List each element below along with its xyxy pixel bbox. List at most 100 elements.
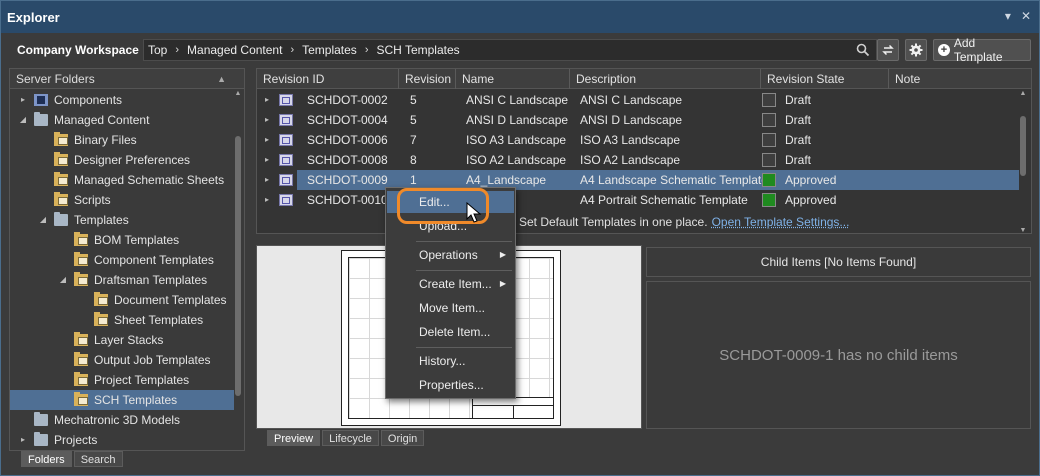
tree-item[interactable]: Layer Stacks	[10, 330, 234, 350]
expander-icon[interactable]: ▸	[265, 170, 269, 190]
tree-item[interactable]: ◢ Draftsman Templates	[10, 270, 234, 290]
tree-item[interactable]: Mechatronic 3D Models	[10, 410, 234, 430]
menu-item-properties[interactable]: Properties...	[387, 374, 514, 396]
tree-item[interactable]: ▸ Components	[10, 90, 234, 110]
folder-icon	[54, 132, 68, 146]
table-row[interactable]: ▸ SCHDOT-0006 7 ISO A3 Landscape ISO A3 Land…	[257, 130, 1019, 150]
folder-icon	[94, 312, 108, 326]
tree-item[interactable]: Sheet Templates	[10, 310, 234, 330]
table-row[interactable]: ▸ SCHDOT-0010 A4 Portrait Schematic Templa…	[257, 190, 1019, 210]
window-title: Explorer	[7, 9, 60, 25]
tab-lifecycle[interactable]: Lifecycle	[322, 430, 379, 446]
expander-icon[interactable]: ▸	[18, 430, 28, 450]
template-icon	[279, 194, 293, 206]
expander-icon[interactable]: ▸	[265, 130, 269, 150]
tab-folders[interactable]: Folders	[21, 451, 72, 467]
tree-item[interactable]: Scripts	[10, 190, 234, 210]
tree-item-label: Templates	[74, 213, 129, 227]
refresh-button[interactable]	[877, 39, 899, 61]
menu-item-operations[interactable]: Operations ▶	[387, 244, 514, 266]
settings-button[interactable]	[905, 39, 927, 61]
tree-item-label: Component Templates	[94, 253, 214, 267]
tab-preview[interactable]: Preview	[267, 430, 321, 446]
tree-item[interactable]: Managed Schematic Sheets	[10, 170, 234, 190]
open-template-settings-link[interactable]: Open Template Settings...	[712, 215, 850, 229]
tree-item-label: Scripts	[74, 193, 111, 207]
cell-id: SCHDOT-0010	[307, 193, 388, 207]
breadcrumb-item[interactable]: SCH Templates	[376, 43, 459, 57]
child-items-header: Child Items [No Items Found]	[646, 247, 1031, 277]
column-header[interactable]: Note	[889, 69, 1031, 89]
tree-item[interactable]: ▸ Projects	[10, 430, 234, 450]
tree-item-label: SCH Templates	[94, 393, 178, 407]
table-row[interactable]: ▸ SCHDOT-0008 8 ISO A2 Landscape ISO A2 Land…	[257, 150, 1019, 170]
expander-icon[interactable]: ◢	[38, 210, 48, 230]
tree-item-label: Components	[54, 93, 123, 107]
expander-icon[interactable]: ▸	[265, 190, 269, 210]
expander-icon[interactable]: ▸	[265, 110, 269, 130]
tree-item[interactable]: Designer Preferences	[10, 150, 234, 170]
breadcrumb-item[interactable]: Templates	[302, 43, 357, 57]
workspace-selector[interactable]: Company Workspace▼	[9, 39, 156, 61]
add-template-label: Add Template	[953, 36, 1003, 64]
tree-item[interactable]: Project Templates	[10, 370, 234, 390]
scrollbar-thumb[interactable]	[1020, 116, 1026, 176]
column-header[interactable]: Name	[456, 69, 570, 89]
expander-icon[interactable]: ◢	[18, 110, 28, 130]
expander-icon[interactable]: ▸	[265, 90, 269, 110]
grid-header: Revision ID Revision Name Description Re…	[257, 69, 1031, 89]
chevron-right-icon: ›	[290, 44, 295, 56]
tab-origin[interactable]: Origin	[380, 430, 425, 446]
expander-icon[interactable]: ◢	[58, 270, 68, 290]
add-icon: +	[938, 44, 950, 56]
tree-item-label: Output Job Templates	[94, 353, 211, 367]
breadcrumb-item[interactable]: Top	[148, 43, 167, 57]
table-row[interactable]: ▸ SCHDOT-0004 5 ANSI D Landscape ANSI D Land…	[257, 110, 1019, 130]
expander-icon[interactable]: ▸	[18, 90, 28, 110]
menu-item-delete-item[interactable]: Delete Item...	[387, 321, 514, 343]
column-header[interactable]: Description	[570, 69, 761, 89]
tree-item[interactable]: Binary Files	[10, 130, 234, 150]
tree-item[interactable]: Component Templates	[10, 250, 234, 270]
cell-desc: A4 Landscape Schematic Template	[580, 173, 768, 187]
scrollbar-thumb[interactable]	[235, 136, 241, 396]
tree-item-label: Document Templates	[114, 293, 227, 307]
close-icon[interactable]: ✕	[1021, 9, 1031, 23]
dropdown-icon[interactable]: ▾	[1005, 9, 1011, 23]
cell-state: Approved	[785, 193, 837, 207]
cell-id: SCHDOT-0009	[307, 173, 388, 187]
menu-item-create-item[interactable]: Create Item... ▶	[387, 273, 514, 295]
workspace-label: Company Workspace	[17, 43, 139, 57]
expander-icon[interactable]: ▸	[265, 150, 269, 170]
menu-item-history[interactable]: History...	[387, 350, 514, 372]
tab-search[interactable]: Search	[73, 451, 123, 467]
menu-item-label: Create Item...	[419, 277, 492, 291]
breadcrumb-item[interactable]: Managed Content	[187, 43, 282, 57]
column-header[interactable]: Revision	[399, 69, 456, 89]
folder-icon	[74, 352, 88, 366]
add-template-button[interactable]: + Add Template	[933, 36, 1031, 64]
cell-rev: 5	[410, 113, 417, 127]
scroll-down-icon[interactable]: ▼	[1019, 227, 1027, 234]
tree-item[interactable]: Output Job Templates	[10, 350, 234, 370]
tree-item[interactable]: Document Templates	[10, 290, 234, 310]
menu-item-move-item[interactable]: Move Item...	[387, 297, 514, 319]
column-header[interactable]: Revision State	[761, 69, 889, 89]
tree-item[interactable]: BOM Templates	[10, 230, 234, 250]
preview-tabs: Preview Lifecycle Origin	[267, 430, 425, 446]
cell-rev: 8	[410, 153, 417, 167]
column-header[interactable]: Revision ID	[257, 69, 399, 89]
grid-scrollbar[interactable]: ▲ ▼	[1019, 90, 1027, 234]
tree-item-label: Binary Files	[74, 133, 137, 147]
tree-item[interactable]: ◢ Templates	[10, 210, 234, 230]
menu-item-label: Move Item...	[419, 301, 486, 315]
tree-item[interactable]: SCH Templates	[10, 390, 234, 410]
panel-header[interactable]: Server Folders ▲	[10, 69, 244, 89]
scroll-up-icon[interactable]: ▲	[1019, 90, 1027, 97]
scroll-up-icon[interactable]: ▲	[234, 90, 242, 97]
search-icon[interactable]	[856, 43, 870, 57]
scrollbar[interactable]: ▲	[234, 90, 242, 450]
table-row[interactable]: ▸ SCHDOT-0002 5 ANSI C Landscape ANSI C Land…	[257, 90, 1019, 110]
tree-item[interactable]: ◢ Managed Content	[10, 110, 234, 130]
folder-tree: ▸ Components ◢ Managed Content Binary Files D…	[10, 90, 234, 450]
